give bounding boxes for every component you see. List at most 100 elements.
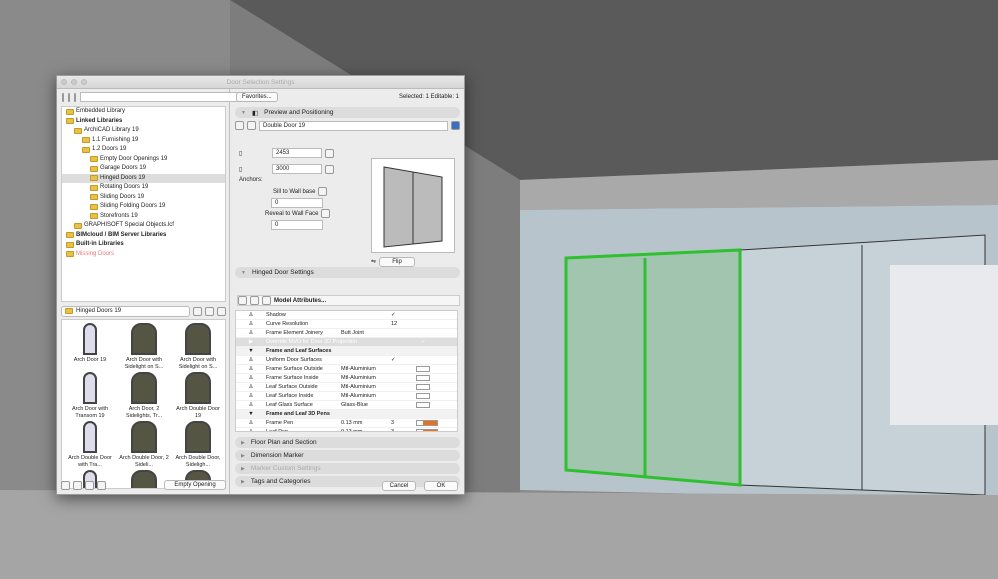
parameter-number[interactable] [391, 347, 416, 355]
parameter-value[interactable]: Mtl-Aluminium [341, 392, 391, 400]
settings-icon[interactable] [73, 480, 82, 490]
section-header[interactable]: ▶ Dimension Marker [235, 450, 460, 461]
object-thumbnail[interactable]: Arch Door 19 [65, 323, 115, 370]
back-icon[interactable] [238, 296, 247, 305]
flip-button[interactable]: Flip [379, 256, 416, 267]
parameter-row[interactable]: ♙ Uniform Door Surfaces ✓ [236, 356, 457, 365]
parameter-row[interactable]: ♙ Leaf Surface Outside Mtl-Aluminium [236, 383, 457, 392]
object-thumbnail[interactable]: Arch Door with Sidelight on S... [119, 323, 169, 370]
parameter-number[interactable] [391, 401, 416, 409]
parameter-value[interactable]: Mtl-Aluminium [341, 383, 391, 391]
tree-item[interactable]: Sliding Doors 19 [62, 193, 225, 203]
parameter-row[interactable]: ♙ Shadow ✓ [236, 311, 457, 320]
empty-opening-button[interactable]: Empty Opening [164, 480, 226, 490]
section-hinged-door-settings[interactable]: ▼ Hinged Door Settings [235, 267, 460, 278]
library-tree[interactable]: Embedded Library Linked Libraries ArchiCAD… [61, 106, 226, 302]
parameter-value[interactable] [341, 311, 391, 319]
forward-icon[interactable] [250, 296, 259, 305]
next-object-button[interactable] [247, 121, 256, 130]
parameter-row[interactable]: ♙ Leaf Glass Surface Glass-Blue [236, 401, 457, 410]
reveal-field[interactable]: 0 [271, 219, 323, 230]
width-menu[interactable] [325, 148, 334, 158]
parameter-number[interactable] [391, 329, 416, 337]
parameter-row[interactable]: ♙ Leaf Surface Inside Mtl-Aluminium [236, 392, 457, 401]
surface-swatch[interactable] [416, 384, 430, 390]
surface-swatch[interactable] [416, 375, 430, 381]
tree-item[interactable]: 1.2 Doors 19 [62, 145, 225, 155]
height-menu[interactable] [325, 164, 334, 174]
surface-swatch[interactable] [416, 393, 430, 399]
cancel-button[interactable]: Cancel [382, 480, 416, 491]
tree-item[interactable]: Garage Doors 19 [62, 164, 225, 174]
object-thumbnail[interactable]: Arch Double Door with Tra... [65, 421, 115, 468]
parameter-value[interactable]: Mtl-Aluminium [341, 365, 391, 373]
section-header[interactable]: ▶ Floor Plan and Section [235, 437, 460, 448]
parameter-row[interactable]: ♙ Frame Element Joinery Butt Joint [236, 329, 457, 338]
sill-menu[interactable] [318, 187, 328, 196]
object-thumbnail[interactable]: Arch Double Door, Sideligh... [173, 421, 223, 468]
folder-up-icon[interactable] [193, 306, 202, 316]
parameter-value[interactable]: Mtl-Aluminium [341, 374, 391, 382]
ok-button[interactable]: OK [424, 480, 458, 491]
parameter-row[interactable]: ♙ Frame Surface Inside Mtl-Aluminium [236, 374, 457, 383]
sill-field[interactable]: 0 [271, 197, 323, 208]
parameter-value[interactable]: Glass-Blue [341, 401, 391, 409]
view-mode-icon[interactable] [62, 92, 64, 102]
pen-swatch[interactable] [416, 420, 438, 426]
parameter-number[interactable]: ✓ [391, 356, 416, 364]
object-thumbnail[interactable]: Arch Double Door, 2 Sideli... [119, 421, 169, 468]
parameter-number[interactable] [391, 410, 416, 418]
edit-icon[interactable] [262, 296, 271, 305]
parameter-value[interactable] [341, 356, 391, 364]
reveal-menu[interactable] [321, 209, 331, 218]
object-grid[interactable]: Arch Door 19 Arch Door with Sidelight on … [61, 319, 226, 489]
parameter-value[interactable] [341, 320, 391, 328]
tree-item[interactable]: Empty Door Openings 19 [62, 155, 225, 165]
reload-icon[interactable] [97, 480, 106, 490]
tree-item[interactable]: BIMcloud / BIM Server Libraries [62, 231, 225, 241]
parameter-number[interactable]: 3 [391, 428, 416, 431]
pen-swatch[interactable] [416, 429, 438, 431]
parameter-number[interactable] [391, 392, 416, 400]
search-icon[interactable] [74, 92, 76, 102]
info-icon[interactable] [85, 480, 94, 490]
list-view-icon[interactable] [217, 306, 226, 316]
parameter-number[interactable] [391, 365, 416, 373]
selected-door[interactable] [564, 248, 742, 487]
parameter-value[interactable] [341, 410, 391, 418]
tree-item[interactable]: Missing Doors [62, 250, 225, 260]
prev-object-button[interactable] [235, 121, 244, 130]
parameter-value[interactable] [341, 347, 391, 355]
show-icon[interactable] [61, 480, 70, 490]
section-header[interactable]: ▶ Marker Custom Settings [235, 463, 460, 474]
parameter-value[interactable]: 0.13 mm [341, 428, 391, 431]
tree-item[interactable]: Storefronts 19 [62, 212, 225, 222]
parameter-row[interactable]: ♙ Leaf Pen 0.13 mm 3 [236, 428, 457, 431]
tree-item[interactable]: Rotating Doors 19 [62, 183, 225, 193]
tree-item[interactable]: Linked Libraries [62, 117, 225, 127]
tree-item[interactable]: 1.1 Furnishing 19 [62, 136, 225, 146]
folder-select[interactable]: Hinged Doors 19 [61, 305, 190, 317]
object-thumbnail[interactable]: Arch Double Door 19 [173, 372, 223, 419]
object-thumbnail[interactable]: Arch Door with Transom 19 [65, 372, 115, 419]
parameter-number[interactable]: 3 [391, 419, 416, 427]
tree-item[interactable]: ArchiCAD Library 19 [62, 126, 225, 136]
parameter-number[interactable]: ✓ [391, 311, 416, 319]
filter-icon[interactable] [68, 92, 70, 102]
tree-item[interactable]: Embedded Library [62, 107, 225, 117]
parameter-value[interactable]: Butt Joint [341, 329, 391, 337]
grid-view-icon[interactable] [205, 306, 214, 316]
object-thumbnail[interactable]: Arch Door with Sidelight on S... [173, 323, 223, 370]
model-attributes-button[interactable]: Model Attributes... [274, 298, 326, 304]
parameter-number[interactable]: 12 [391, 320, 416, 328]
parameter-row[interactable]: ♙ Curve Resolution 12 [236, 320, 457, 329]
width-field[interactable]: 2453 [272, 148, 322, 158]
tree-item[interactable]: Hinged Doors 19 [62, 173, 225, 183]
height-field[interactable]: 3000 [272, 164, 322, 174]
parameter-row[interactable]: ▼ Frame and Leaf Surfaces [236, 347, 457, 356]
info-icon[interactable] [451, 121, 460, 130]
parameter-number[interactable]: ✓ [421, 338, 446, 346]
parameter-row[interactable]: ♙ Frame Surface Outside Mtl-Aluminium [236, 365, 457, 374]
object-thumbnail[interactable]: Arch Door, 2 Sidelights, Tr... [119, 372, 169, 419]
parameter-row[interactable]: ♙ Frame Pen 0.13 mm 3 [236, 419, 457, 428]
